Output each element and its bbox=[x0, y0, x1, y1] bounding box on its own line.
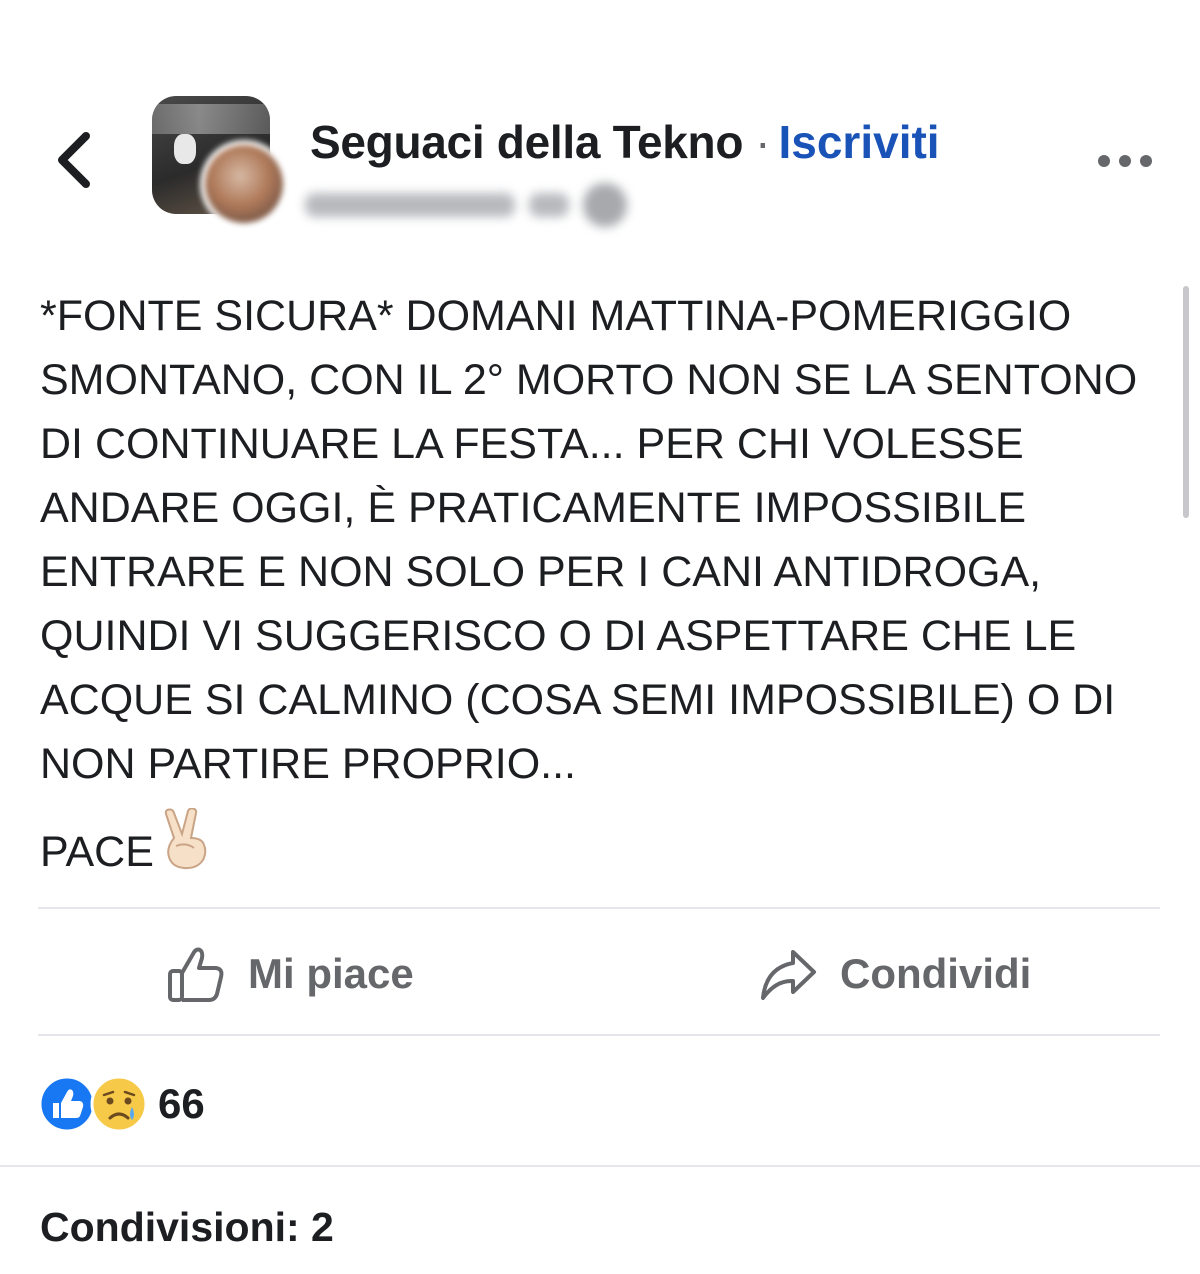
sad-reaction-icon bbox=[90, 1075, 148, 1133]
share-label: Condividi bbox=[840, 950, 1032, 997]
more-options-button[interactable] bbox=[1096, 148, 1154, 174]
group-avatar-detail bbox=[174, 134, 196, 164]
separator-dot: · bbox=[755, 116, 771, 168]
thumbs-up-icon bbox=[168, 947, 224, 1002]
divider bbox=[38, 1034, 1160, 1036]
share-button[interactable]: Condividi bbox=[758, 936, 1031, 1012]
reactions-summary[interactable]: 66 bbox=[38, 1074, 205, 1134]
like-button[interactable]: Mi piace bbox=[166, 936, 414, 1012]
group-avatar-detail bbox=[152, 104, 270, 134]
post-sign-off: PACE bbox=[40, 807, 214, 888]
divider bbox=[0, 1165, 1200, 1167]
like-reaction-icon bbox=[38, 1075, 96, 1133]
more-horizontal-icon bbox=[1098, 155, 1152, 167]
post-meta-blurred bbox=[305, 182, 627, 228]
back-button[interactable] bbox=[50, 128, 100, 192]
author-avatar[interactable] bbox=[200, 140, 288, 228]
post-text: *FONTE SICURA* DOMANI MATTINA-POMERIGGIO… bbox=[40, 292, 1138, 788]
divider bbox=[38, 907, 1160, 909]
victory-hand-emoji bbox=[160, 807, 214, 888]
scrollbar[interactable] bbox=[1183, 286, 1189, 518]
group-name[interactable]: Seguaci della Tekno bbox=[310, 116, 743, 168]
like-label: Mi piace bbox=[248, 950, 414, 997]
chevron-left-icon bbox=[58, 132, 90, 188]
group-title-line: Seguaci della Tekno · Iscriviti bbox=[310, 112, 940, 172]
reaction-count: 66 bbox=[158, 1080, 205, 1127]
sign-off-text: PACE bbox=[40, 828, 154, 876]
shares-count[interactable]: Condivisioni: 2 bbox=[40, 1204, 334, 1251]
share-arrow-icon bbox=[761, 950, 816, 1000]
join-group-link[interactable]: Iscriviti bbox=[778, 116, 939, 168]
